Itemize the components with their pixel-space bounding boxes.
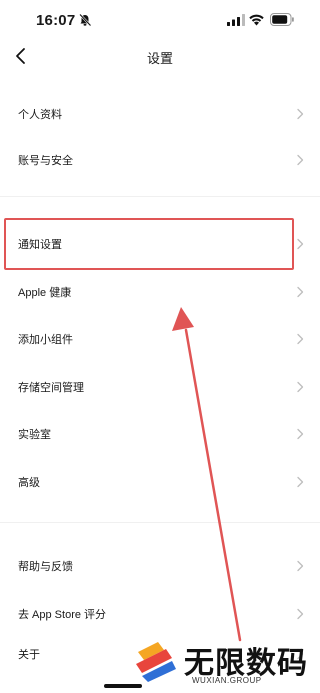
watermark: 无限数码 WUXIAN.GROUP [130, 636, 316, 690]
settings-item-advanced[interactable]: 高级 [0, 462, 320, 502]
settings-item-apple-health[interactable]: Apple 健康 [0, 272, 320, 312]
settings-item-label: 存储空间管理 [18, 382, 84, 394]
settings-item-storage[interactable]: 存储空间管理 [0, 367, 320, 407]
section-divider [0, 196, 320, 197]
settings-item-lab[interactable]: 实验室 [0, 414, 320, 454]
brand-logo-icon [136, 642, 176, 682]
chevron-right-icon [297, 154, 304, 166]
settings-item-label: 账号与安全 [18, 155, 73, 167]
chevron-right-icon [297, 560, 304, 572]
status-time: 16:07 [36, 12, 76, 29]
settings-item-help-feedback[interactable]: 帮助与反馈 [0, 546, 320, 586]
page-title: 设置 [146, 51, 173, 66]
status-bar: 16:07 [0, 0, 320, 40]
settings-item-add-widget[interactable]: 添加小组件 [0, 319, 320, 359]
cellular-signal-icon [227, 14, 245, 26]
settings-item-label: 实验室 [18, 429, 51, 441]
settings-item-label: 去 App Store 评分 [18, 609, 107, 621]
settings-item-account-security[interactable]: 账号与安全 [0, 140, 320, 180]
chevron-right-icon [297, 428, 304, 440]
chevron-right-icon [297, 608, 304, 620]
watermark-url: WUXIAN.GROUP [192, 676, 262, 685]
chevron-right-icon [297, 108, 304, 120]
nav-bar: 设置 [0, 40, 320, 74]
chevron-right-icon [297, 333, 304, 345]
home-indicator [104, 684, 142, 688]
chevron-right-icon [297, 238, 304, 250]
settings-item-label: 个人资料 [18, 109, 62, 121]
settings-item-label: Apple 健康 [18, 287, 72, 299]
chevron-right-icon [297, 286, 304, 298]
section-divider [0, 522, 320, 523]
settings-item-label: 通知设置 [18, 239, 62, 251]
settings-item-label: 高级 [18, 477, 40, 489]
settings-item-label: 关于 [18, 649, 40, 661]
chevron-right-icon [297, 476, 304, 488]
settings-item-label: 帮助与反馈 [18, 561, 73, 573]
chevron-right-icon [297, 381, 304, 393]
settings-item-profile[interactable]: 个人资料 [0, 94, 320, 134]
settings-item-label: 添加小组件 [18, 334, 73, 346]
battery-icon [270, 13, 294, 26]
settings-item-notifications[interactable]: 通知设置 [0, 224, 320, 264]
wifi-icon [249, 14, 264, 26]
bell-muted-icon [79, 13, 92, 27]
settings-item-rate-app[interactable]: 去 App Store 评分 [0, 594, 320, 634]
